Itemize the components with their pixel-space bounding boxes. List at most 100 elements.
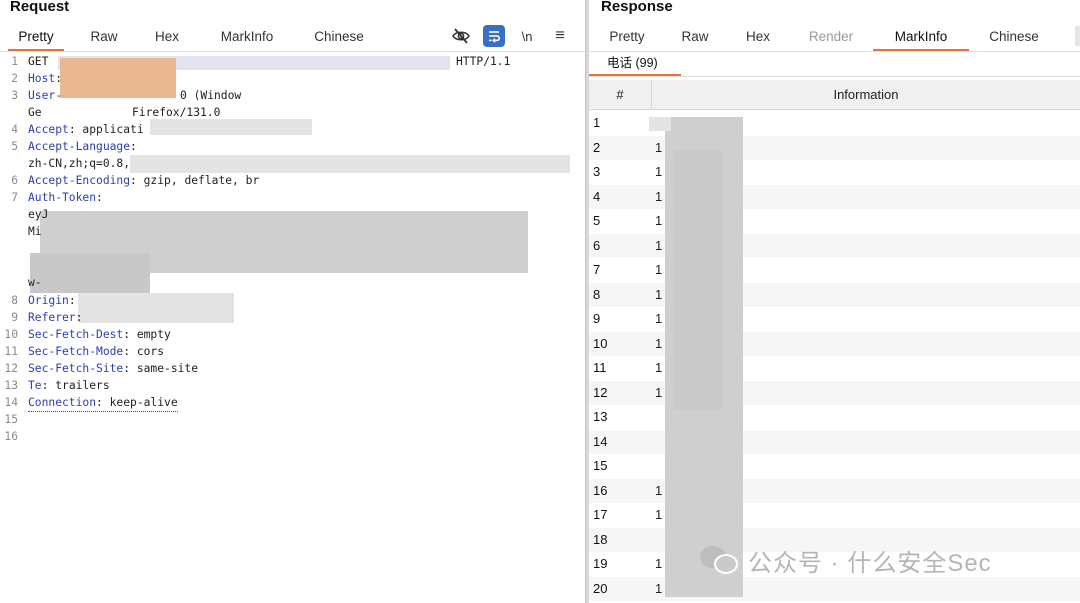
table-row[interactable]: 15 [589,454,1080,479]
table-row[interactable]: 81 [589,282,1080,307]
table-row[interactable]: 61 [589,233,1080,258]
row-index: 10 [593,335,608,351]
request-tab-raw[interactable]: Raw [84,27,124,51]
row-information: 1 [655,188,663,204]
row-information: 1 [655,507,663,522]
header-key: Auth-Token [28,191,97,204]
row-information: 1 [655,164,663,179]
header-key: Connection [28,396,97,409]
row-index: 11 [593,360,607,375]
row-information: 1 [655,311,663,326]
request-tab-markinfo[interactable]: MarkInfo [210,27,284,51]
row-index: 16 [593,482,608,498]
table-row[interactable]: 31 [589,160,1080,185]
row-information: 1 [655,580,663,596]
tab-overflow[interactable] [1075,26,1080,46]
response-tabs: Pretty Raw Hex Render MarkInfo Chinese [589,22,1080,52]
response-pane: Response Pretty Raw Hex Render MarkInfo … [589,0,1080,603]
table-header: # Information [589,80,1080,110]
newline-icon[interactable]: \n [516,25,538,47]
request-title: Request [10,0,70,15]
header-key: Accept-Language [28,140,131,153]
row-index: 14 [593,433,608,449]
row-index: 3 [593,164,601,179]
request-tab-hex[interactable]: Hex [146,27,188,51]
row-index: 5 [593,213,601,228]
watermark: 公众号 · 什么安全Sec [700,541,992,579]
row-information: 1 [655,384,663,400]
row-index: 6 [593,237,601,253]
row-index: 2 [593,139,601,155]
table-row[interactable]: 17 1 [589,503,1080,528]
row-index: 8 [593,286,601,302]
table-row[interactable]: 13 [589,405,1080,430]
response-tab-chinese[interactable]: Chinese [981,27,1047,51]
menu-icon[interactable]: ≡ [549,25,571,47]
pixelated-region [30,253,150,293]
row-index: 20 [593,580,608,596]
header-key: Origin [28,294,69,307]
row-index: 13 [593,409,608,424]
response-title: Response [601,0,673,15]
pixelated-region [78,293,234,323]
row-information: 1 [655,556,663,571]
pixelated-region [60,58,176,98]
header-key: Referer [28,311,76,324]
row-index: 9 [593,311,601,326]
row-information: 1 [655,335,663,351]
row-information: 1 [655,262,663,277]
row-information: 1 [655,213,663,228]
table-row[interactable]: 51 [589,209,1080,234]
eye-off-icon[interactable] [450,25,472,47]
response-tab-pretty[interactable]: Pretty [599,27,655,51]
header-key: Accept [28,123,69,136]
column-header-index[interactable]: # [589,80,651,110]
row-index: 15 [593,458,608,473]
header-key: Sec-Fetch-Dest [28,328,124,341]
row-index: 12 [593,384,608,400]
row-information: 1 [655,237,663,253]
header-key: Host [28,72,56,85]
table-row[interactable]: 16 1 [589,478,1080,503]
row-index: 17 [593,507,608,522]
row-index: 4 [593,188,601,204]
response-tab-hex[interactable]: Hex [737,27,779,51]
pixelated-region [673,150,723,410]
response-tab-markinfo[interactable]: MarkInfo [873,27,969,51]
request-tab-chinese[interactable]: Chinese [306,27,372,51]
row-index: 7 [593,262,601,277]
table-row[interactable]: 20 1 [589,576,1080,601]
row-index: 19 [593,556,608,571]
pixelated-region [150,119,312,135]
table-row[interactable]: 10 1 [589,331,1080,356]
request-editor[interactable]: 1 GET HTTP/1.1 2 Host: 3 User- 0 (Window… [0,53,585,603]
row-index: 18 [593,531,608,547]
pixelated-region [130,155,570,173]
request-pane: Request Pretty Raw Hex MarkInfo Chinese … [0,0,585,603]
header-key: Accept-Encoding [28,174,131,187]
row-information: 1 [655,360,663,375]
column-header-information[interactable]: Information [651,80,1080,110]
header-key: Sec-Fetch-Mode [28,345,124,358]
header-key: Sec-Fetch-Site [28,362,124,375]
table-row[interactable]: 91 [589,307,1080,332]
wechat-icon [700,544,740,576]
table-row[interactable]: 14 [589,429,1080,454]
row-information: 1 [655,286,663,302]
table-row[interactable]: 71 [589,258,1080,283]
row-information: 1 [655,482,663,498]
wrap-icon[interactable] [483,25,505,47]
row-information: 1 [655,139,663,155]
pixelated-region [649,117,671,131]
response-tab-render[interactable]: Render [801,27,861,51]
header-key: Te [28,379,42,392]
row-index: 1 [593,115,601,130]
subtab-phone[interactable]: 电话 (99) [589,52,681,76]
table-row[interactable]: 11 1 [589,356,1080,381]
header-key: User- [28,89,63,102]
table-row[interactable]: 41 [589,184,1080,209]
request-tab-pretty[interactable]: Pretty [8,27,64,51]
table-row[interactable]: 21 [589,135,1080,160]
response-tab-raw[interactable]: Raw [675,27,715,51]
table-row[interactable]: 12 1 [589,380,1080,405]
